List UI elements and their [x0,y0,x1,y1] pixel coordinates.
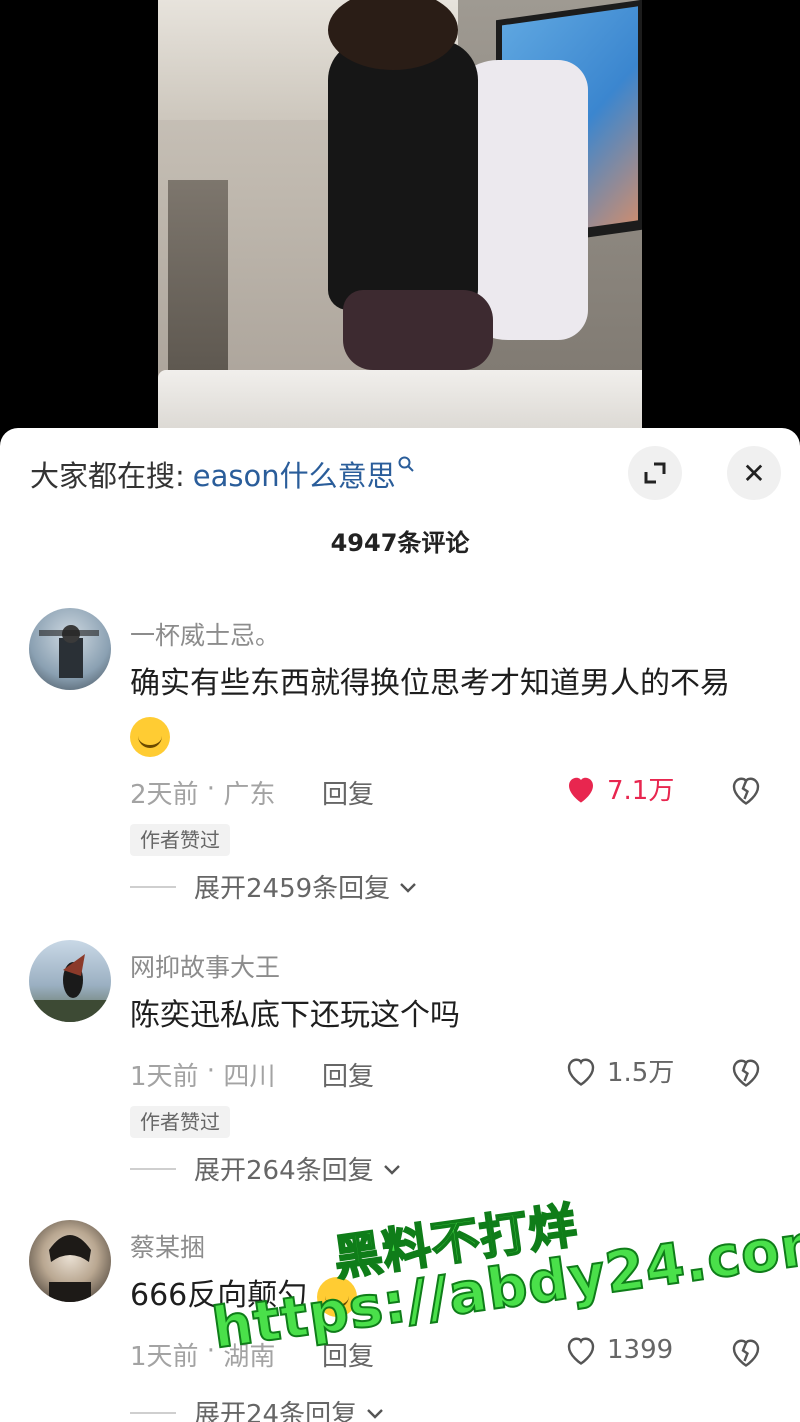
chevron-down-icon [383,1164,400,1175]
expand-replies[interactable]: 展开2459条回复 [130,868,420,905]
trending-search[interactable]: 大家都在搜: eason什么意思 [30,454,414,494]
broken-heart-icon[interactable] [728,1054,764,1090]
heart-outline-icon [567,1058,595,1086]
comment-time: 1天前 [130,1062,199,1092]
like-button[interactable]: 1.5万 [563,1052,674,1089]
scene-shorts [343,290,493,370]
like-count: 7.1万 [607,776,675,806]
trending-search-term[interactable]: eason什么意思 [193,453,396,495]
comment-text: 确实有些东西就得换位思考才知道男人的不易 [130,658,750,762]
expand-button[interactable] [628,446,682,500]
chevron-down-icon [367,1408,383,1419]
comment-meta: 2天前 · 广东 [130,774,276,810]
expand-icon [644,462,666,484]
comment-username[interactable]: 一杯威士忌。 [130,616,280,652]
comment-location: 四川 [223,1062,276,1092]
reply-button[interactable]: 回复 [322,1056,374,1093]
comment-count: 4947条评论 [330,529,470,557]
expand-replies[interactable]: 展开264条回复 [130,1150,404,1187]
author-liked-badge: 作者赞过 [130,824,230,856]
expand-divider [130,1167,176,1170]
reply-button[interactable]: 回复 [322,774,374,811]
trending-search-prefix: 大家都在搜: [30,459,185,493]
heart-filled-icon [569,777,593,802]
comment-location: 广东 [223,780,276,810]
video-player[interactable] [0,0,800,430]
expand-replies-label: 展开264条回复 [194,1156,374,1186]
broken-heart-icon[interactable] [728,772,764,808]
like-count: 1.5万 [607,1058,675,1088]
scene-doorway [168,180,228,380]
avatar[interactable] [29,1220,111,1302]
close-button[interactable]: ✕ [727,446,781,500]
comment-text: 陈奕迅私底下还玩这个吗 [130,998,460,1033]
avatar[interactable] [29,940,111,1022]
comment-meta: 1天前 · 四川 [130,1056,276,1092]
chevron-down-icon [400,882,417,893]
comment-time: 1天前 [130,1342,199,1372]
video-frame [158,0,642,430]
comment-time: 2天前 [130,780,199,810]
expand-replies-label: 展开2459条回复 [194,874,391,904]
crying-face-emoji [130,716,170,757]
search-icon [398,456,414,477]
author-liked-badge: 作者赞过 [130,1106,230,1138]
comment-username[interactable]: 网抑故事大王 [130,948,280,984]
scene-person-standing [328,40,478,310]
like-button[interactable]: 7.1万 [563,770,674,807]
comment-text-body: 确实有些东西就得换位思考才知道男人的不易 [130,666,730,701]
close-icon: ✕ [742,456,766,490]
expand-divider [130,1411,176,1414]
comment-username[interactable]: 蔡某捆 [130,1228,205,1264]
avatar[interactable] [29,608,111,690]
scene-bed [158,370,642,430]
expand-divider [130,885,176,888]
